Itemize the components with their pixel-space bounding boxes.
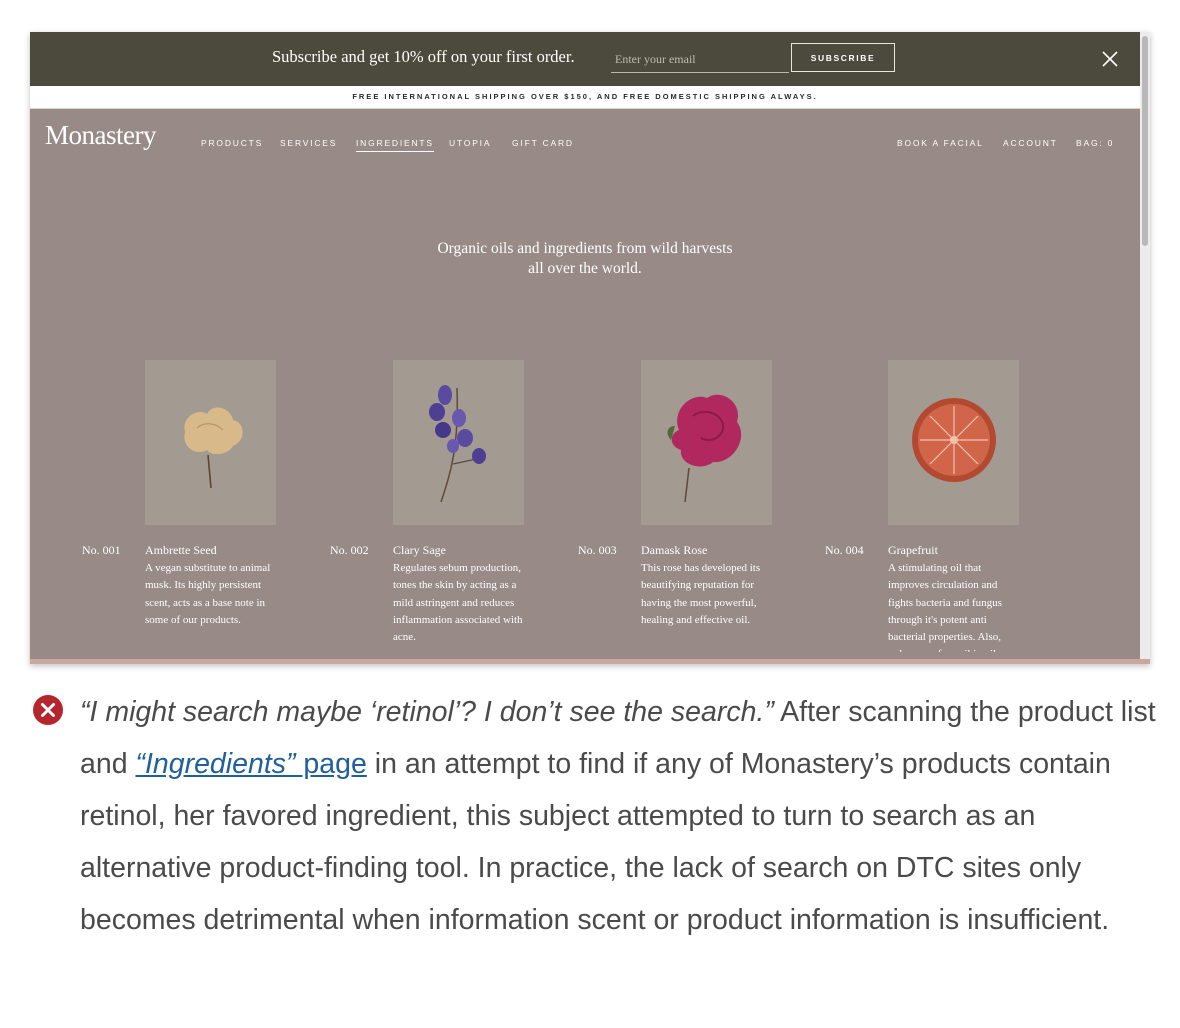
product-description: A vegan substitute to animal musk. Its h… bbox=[145, 562, 271, 626]
nav-products[interactable]: PRODUCTS bbox=[201, 138, 263, 148]
promo-text: Subscribe and get 10% off on your first … bbox=[272, 47, 575, 66]
website-screenshot: Subscribe and get 10% off on your first … bbox=[30, 32, 1150, 664]
product-image-ambrette-seed[interactable] bbox=[145, 360, 276, 525]
close-icon[interactable] bbox=[1101, 50, 1119, 68]
nav-account[interactable]: ACCOUNT bbox=[1003, 138, 1058, 148]
product-number: No. 002 bbox=[330, 543, 369, 557]
error-x-icon bbox=[33, 695, 63, 725]
subscribe-button[interactable]: SUBSCRIBE bbox=[791, 43, 895, 72]
frame-edge bbox=[30, 659, 1150, 664]
product-description: This rose has developed its beautifying … bbox=[641, 562, 761, 626]
product-image-grapefruit[interactable] bbox=[888, 360, 1019, 525]
product-number: No. 001 bbox=[82, 543, 121, 557]
link-italic-text[interactable]: “Ingredients” bbox=[135, 748, 295, 780]
product-name[interactable]: Clary Sage bbox=[393, 543, 446, 558]
scrollbar-thumb[interactable] bbox=[1142, 36, 1148, 246]
shipping-text: FREE INTERNATIONAL SHIPPING OVER $150, A… bbox=[352, 92, 818, 101]
email-field[interactable] bbox=[611, 46, 789, 73]
nav-gift-card[interactable]: GIFT CARD bbox=[512, 138, 574, 148]
site-logo[interactable]: Monastery bbox=[45, 120, 156, 151]
product-number: No. 004 bbox=[825, 543, 864, 557]
product-number: No. 003 bbox=[578, 543, 617, 557]
nav-services[interactable]: SERVICES bbox=[280, 138, 337, 148]
product-name[interactable]: Grapefruit bbox=[888, 543, 938, 558]
nav-bag[interactable]: BAG: 0 bbox=[1076, 138, 1114, 148]
product-image-damask-rose[interactable] bbox=[641, 360, 772, 525]
tagline-line-1: Organic oils and ingredients from wild h… bbox=[437, 240, 733, 257]
product-description: Regulates sebum production, tones the sk… bbox=[393, 562, 523, 644]
shipping-banner: FREE INTERNATIONAL SHIPPING OVER $150, A… bbox=[30, 86, 1140, 109]
nav-book-a-facial[interactable]: BOOK A FACIAL bbox=[897, 138, 984, 148]
subscribe-promo-bar: Subscribe and get 10% off on your first … bbox=[30, 32, 1140, 86]
user-quote: “I might search maybe ‘retinol’? I don’t… bbox=[80, 696, 774, 728]
scrollbar[interactable] bbox=[1140, 32, 1150, 664]
product-name[interactable]: Ambrette Seed bbox=[145, 543, 217, 558]
nav-ingredients[interactable]: INGREDIENTS bbox=[356, 138, 434, 152]
product-image-clary-sage[interactable] bbox=[393, 360, 524, 525]
article-paragraph: “I might search maybe ‘retinol’? I don’t… bbox=[80, 686, 1160, 946]
link-plain-text[interactable]: page bbox=[295, 748, 366, 780]
page-tagline: Organic oils and ingredients from wild h… bbox=[30, 239, 1140, 279]
ingredients-page-link[interactable]: “Ingredients” page bbox=[135, 748, 366, 780]
nav-utopia[interactable]: UTOPIA bbox=[449, 138, 491, 148]
product-description: A stimulating oil that improves circulat… bbox=[888, 562, 1002, 652]
product-name[interactable]: Damask Rose bbox=[641, 543, 707, 558]
tagline-line-2: all over the world. bbox=[528, 260, 642, 277]
